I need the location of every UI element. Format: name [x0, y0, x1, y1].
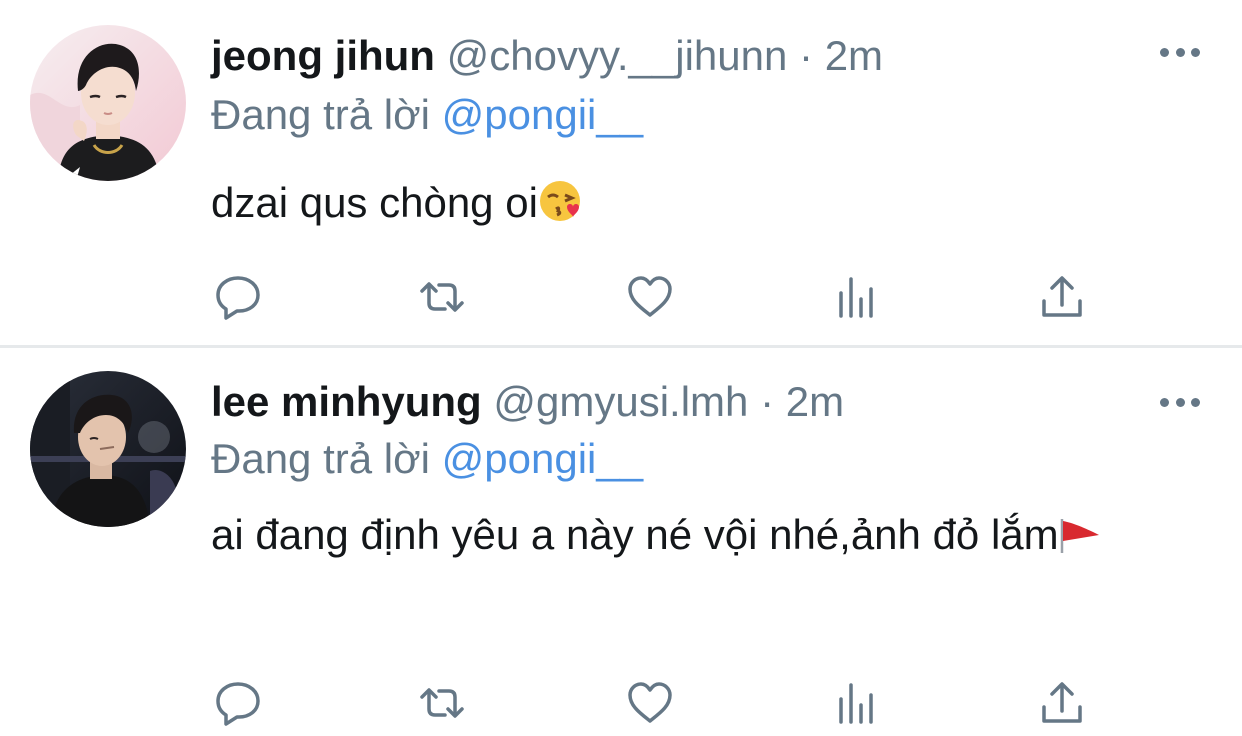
- mention-link[interactable]: @pongii__: [442, 91, 643, 138]
- reply-button[interactable]: [212, 272, 264, 322]
- red-flag-icon: [1059, 510, 1105, 572]
- user-name[interactable]: jeong jihun: [211, 32, 435, 79]
- avatar[interactable]: [30, 371, 186, 527]
- separator-dot: ·: [760, 378, 775, 425]
- analytics-button[interactable]: [830, 272, 882, 322]
- share-button[interactable]: [1036, 272, 1088, 322]
- share-icon: [1042, 682, 1082, 723]
- retweet-button[interactable]: [416, 272, 468, 322]
- retweet-icon: [420, 688, 464, 718]
- face-blowing-kiss-icon: [538, 177, 584, 240]
- like-button[interactable]: [624, 272, 676, 322]
- user-handle[interactable]: @chovyy.__jihunn: [447, 32, 788, 79]
- avatar-image: [30, 371, 186, 527]
- like-icon: [628, 682, 672, 723]
- tweet[interactable]: lee minhyung @gmyusi.lmh · 2m Đang trả l…: [0, 348, 1242, 736]
- share-icon: [1042, 276, 1082, 317]
- tweet-header: lee minhyung @gmyusi.lmh · 2m: [211, 376, 844, 428]
- mention-link[interactable]: @pongii__: [442, 435, 643, 482]
- analytics-icon: [839, 277, 873, 318]
- more-options-icon[interactable]: [1160, 396, 1200, 408]
- avatar[interactable]: [30, 25, 186, 181]
- reply-button[interactable]: [212, 678, 264, 728]
- analytics-button[interactable]: [830, 678, 882, 728]
- user-handle[interactable]: @gmyusi.lmh: [493, 378, 748, 425]
- replying-to-label: Đang trả lời: [211, 435, 430, 482]
- timestamp[interactable]: 2m: [825, 32, 883, 79]
- tweet-actions: [0, 272, 1242, 322]
- tweet-text: dzai qus chòng oi: [211, 172, 1191, 240]
- separator-dot: ·: [799, 32, 814, 79]
- user-name[interactable]: lee minhyung: [211, 378, 482, 425]
- share-button[interactable]: [1036, 678, 1088, 728]
- tweet-header: jeong jihun @chovyy.__jihunn · 2m: [211, 30, 883, 82]
- tweet-text-content: ai đang định yêu a này né vội nhé,ảnh đỏ…: [211, 511, 1059, 558]
- replying-to: Đang trả lời @pongii__: [211, 89, 643, 141]
- avatar-image: [30, 25, 186, 181]
- timestamp[interactable]: 2m: [786, 378, 844, 425]
- replying-to: Đang trả lời @pongii__: [211, 433, 643, 485]
- reply-icon: [216, 276, 260, 320]
- like-icon: [628, 276, 672, 317]
- retweet-icon: [420, 282, 464, 312]
- tweet-actions: [0, 678, 1242, 728]
- like-button[interactable]: [624, 678, 676, 728]
- tweet-text-content: dzai qus chòng oi: [211, 179, 538, 226]
- retweet-button[interactable]: [416, 678, 468, 728]
- analytics-icon: [839, 683, 873, 724]
- reply-icon: [216, 682, 260, 726]
- tweet[interactable]: jeong jihun @chovyy.__jihunn · 2m Đang t…: [0, 0, 1242, 346]
- replying-to-label: Đang trả lời: [211, 91, 430, 138]
- more-options-icon[interactable]: [1160, 46, 1200, 58]
- tweet-text: ai đang định yêu a này né vội nhé,ảnh đỏ…: [211, 504, 1191, 572]
